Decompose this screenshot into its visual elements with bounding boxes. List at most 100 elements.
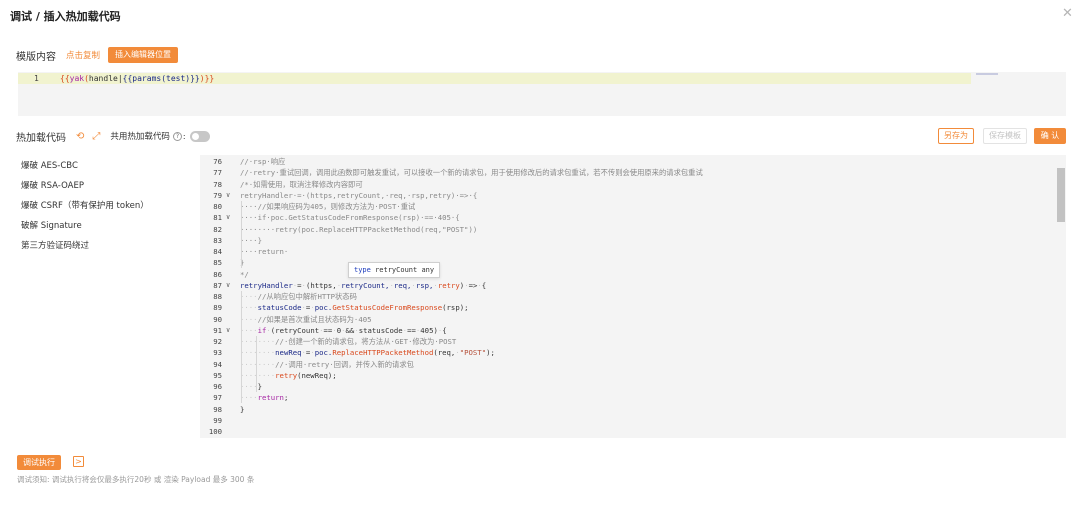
- save-template-button[interactable]: 保存模板: [983, 128, 1027, 144]
- code-text: /*·如需使用，取消注释修改内容即可: [240, 179, 363, 190]
- code-token: ········: [240, 359, 276, 369]
- code-token: */: [240, 269, 249, 279]
- fold-chevron-icon[interactable]: ∨: [226, 212, 230, 223]
- template-item[interactable]: 第三方验证码绕过: [21, 240, 149, 260]
- code-token: &&: [345, 325, 355, 335]
- code-text: */: [240, 269, 249, 280]
- code-token: //从响应包中解析HTTP状态码: [257, 292, 357, 301]
- editor-scrollbar[interactable]: [1057, 168, 1065, 222]
- line-number: 87: [213, 280, 222, 290]
- code-token: retry: [275, 370, 298, 380]
- code-token: (retryCount: [270, 325, 320, 335]
- save-as-button[interactable]: 另存为: [938, 128, 974, 144]
- line-number: 94: [213, 359, 222, 369]
- brace: )}}: [185, 74, 200, 83]
- shared-hotload-label: 共用热加载代码: [110, 132, 170, 142]
- code-text: ····return;: [240, 392, 288, 403]
- dialog-title: 调试 / 插入热加载代码: [10, 10, 121, 23]
- fold-chevron-icon[interactable]: ∨: [226, 190, 230, 201]
- template-item[interactable]: 爆破 RSA-OAEP: [21, 180, 149, 200]
- code-token: );: [486, 348, 495, 358]
- code-text: retryHandler·=·(https,·retryCount,·req,·…: [240, 280, 486, 291]
- copy-link[interactable]: 点击复制: [66, 49, 100, 61]
- code-text: ····statusCode·=·poc.GetStatusCodeFromRe…: [240, 302, 469, 313]
- code-text: ········retry(poc.ReplaceHTTPPacketMetho…: [240, 224, 477, 235]
- insert-editor-button[interactable]: 插入编辑器位置: [108, 47, 179, 63]
- help-icon[interactable]: ?: [172, 131, 182, 141]
- code-token: ····return·: [240, 247, 289, 256]
- line-number: 82: [213, 224, 222, 234]
- indent-guide: [256, 336, 257, 392]
- line-number: 89: [213, 303, 222, 313]
- line-number: 81: [213, 213, 222, 223]
- close-icon[interactable]: ✕: [1062, 6, 1073, 21]
- fold-chevron-icon[interactable]: ∨: [226, 325, 230, 336]
- code-token: ;: [283, 393, 289, 403]
- confirm-button[interactable]: 确 认: [1034, 128, 1066, 144]
- code-inner-fn: params: [132, 74, 162, 83]
- template-item[interactable]: 爆破 AES-CBC: [21, 160, 149, 180]
- code-text: }: [240, 404, 244, 415]
- code-token: ····if·poc.GetStatusCodeFromResponse(rsp…: [240, 213, 460, 223]
- code-token: retryCount,: [341, 280, 390, 290]
- code-token: (newReq);: [297, 370, 337, 380]
- code-token: ····}: [240, 235, 262, 245]
- line-number: 98: [213, 404, 222, 414]
- line-number: 97: [213, 393, 222, 403]
- code-token: ····//如果响应码为405，则修改方法为·POST·重试: [240, 202, 416, 211]
- code-token: //·rsp·响应: [240, 157, 286, 166]
- colon: :: [182, 131, 186, 141]
- code-token: //·创建一个新的请求包，将方法从·GET·修改为·POST: [275, 337, 457, 346]
- refresh-icon[interactable]: ⟲: [76, 131, 84, 142]
- code-text: ····//如果响应码为405，则修改方法为·POST·重试: [240, 201, 415, 212]
- code-text: retryHandler·=·(https,retryCount,·req,·r…: [240, 190, 477, 201]
- line-number: 90: [213, 314, 222, 324]
- code-token: (rsp);: [442, 303, 469, 313]
- switch-knob: [191, 132, 199, 140]
- code-token: newReq: [275, 348, 302, 358]
- code-token: return: [257, 393, 284, 403]
- template-label: 模版内容: [16, 51, 56, 63]
- template-code[interactable]: {{yak(handle|{{params(test)}})}}: [60, 73, 214, 84]
- code-text: ····if·(retryCount·==·0·&&·statusCode·==…: [240, 325, 447, 336]
- line-number: 92: [213, 337, 222, 346]
- type-tooltip: type retryCount any: [348, 262, 441, 278]
- code-token: ==: [323, 325, 333, 335]
- code-token: "POST": [459, 348, 487, 358]
- template-header: 模版内容 点击复制 插入编辑器位置: [16, 46, 179, 64]
- line-number: 91: [213, 325, 222, 335]
- hotload-code-editor[interactable]: 76 //·rsp·响应 77 //·retry·重试回调，调用此函数即可触发重试，可…: [200, 155, 1066, 438]
- template-item[interactable]: 爆破 CSRF（带有保护用 token）: [21, 200, 149, 220]
- indent-guide: [241, 201, 242, 268]
- terminal-icon[interactable]: >: [73, 456, 84, 467]
- fold-chevron-icon[interactable]: ∨: [226, 280, 230, 291]
- code-token: }: [240, 404, 245, 414]
- expand-icon[interactable]: ⤢: [92, 131, 100, 142]
- code-token: ········: [240, 370, 276, 380]
- line-number: 96: [213, 382, 222, 391]
- code-token: /*·如需使用，取消注释修改内容即可: [240, 179, 363, 189]
- code-token: //如果是首次重试且状态码为·405: [257, 314, 372, 324]
- code-text: ····//从响应包中解析HTTP状态码: [240, 291, 357, 302]
- code-text: ····if·poc.GetStatusCodeFromResponse(rsp…: [240, 212, 460, 223]
- code-token: {: [442, 325, 447, 335]
- code-text: ········newReq·=·poc.ReplaceHTTPPacketMe…: [240, 347, 495, 358]
- code-arg: handle: [88, 74, 118, 83]
- line-number: 85: [213, 258, 222, 268]
- code-token: retryHandler·=·(https,retryCount,·req,·r…: [240, 190, 478, 200]
- code-token: 405): [420, 325, 438, 335]
- code-token: }: [257, 382, 262, 391]
- code-token: ····: [240, 325, 258, 335]
- code-text: ····}: [240, 235, 262, 246]
- line-number: 78: [213, 179, 222, 189]
- template-editor[interactable]: 1 {{yak(handle|{{params(test)}})}}: [18, 72, 1066, 116]
- code-token: //·retry·重试回调，调用此函数即可触发重试，可以接收一个新的请求包，用于…: [240, 168, 703, 178]
- line-number: 84: [213, 247, 222, 256]
- debug-run-button[interactable]: 调试执行: [17, 455, 61, 470]
- template-item[interactable]: 破解 Signature: [21, 220, 149, 240]
- line-number: 76: [213, 157, 222, 166]
- line-number: 80: [213, 202, 222, 211]
- shared-hotload-switch[interactable]: [189, 130, 210, 142]
- tooltip-keyword: type: [354, 266, 371, 274]
- code-token: poc.: [314, 303, 333, 313]
